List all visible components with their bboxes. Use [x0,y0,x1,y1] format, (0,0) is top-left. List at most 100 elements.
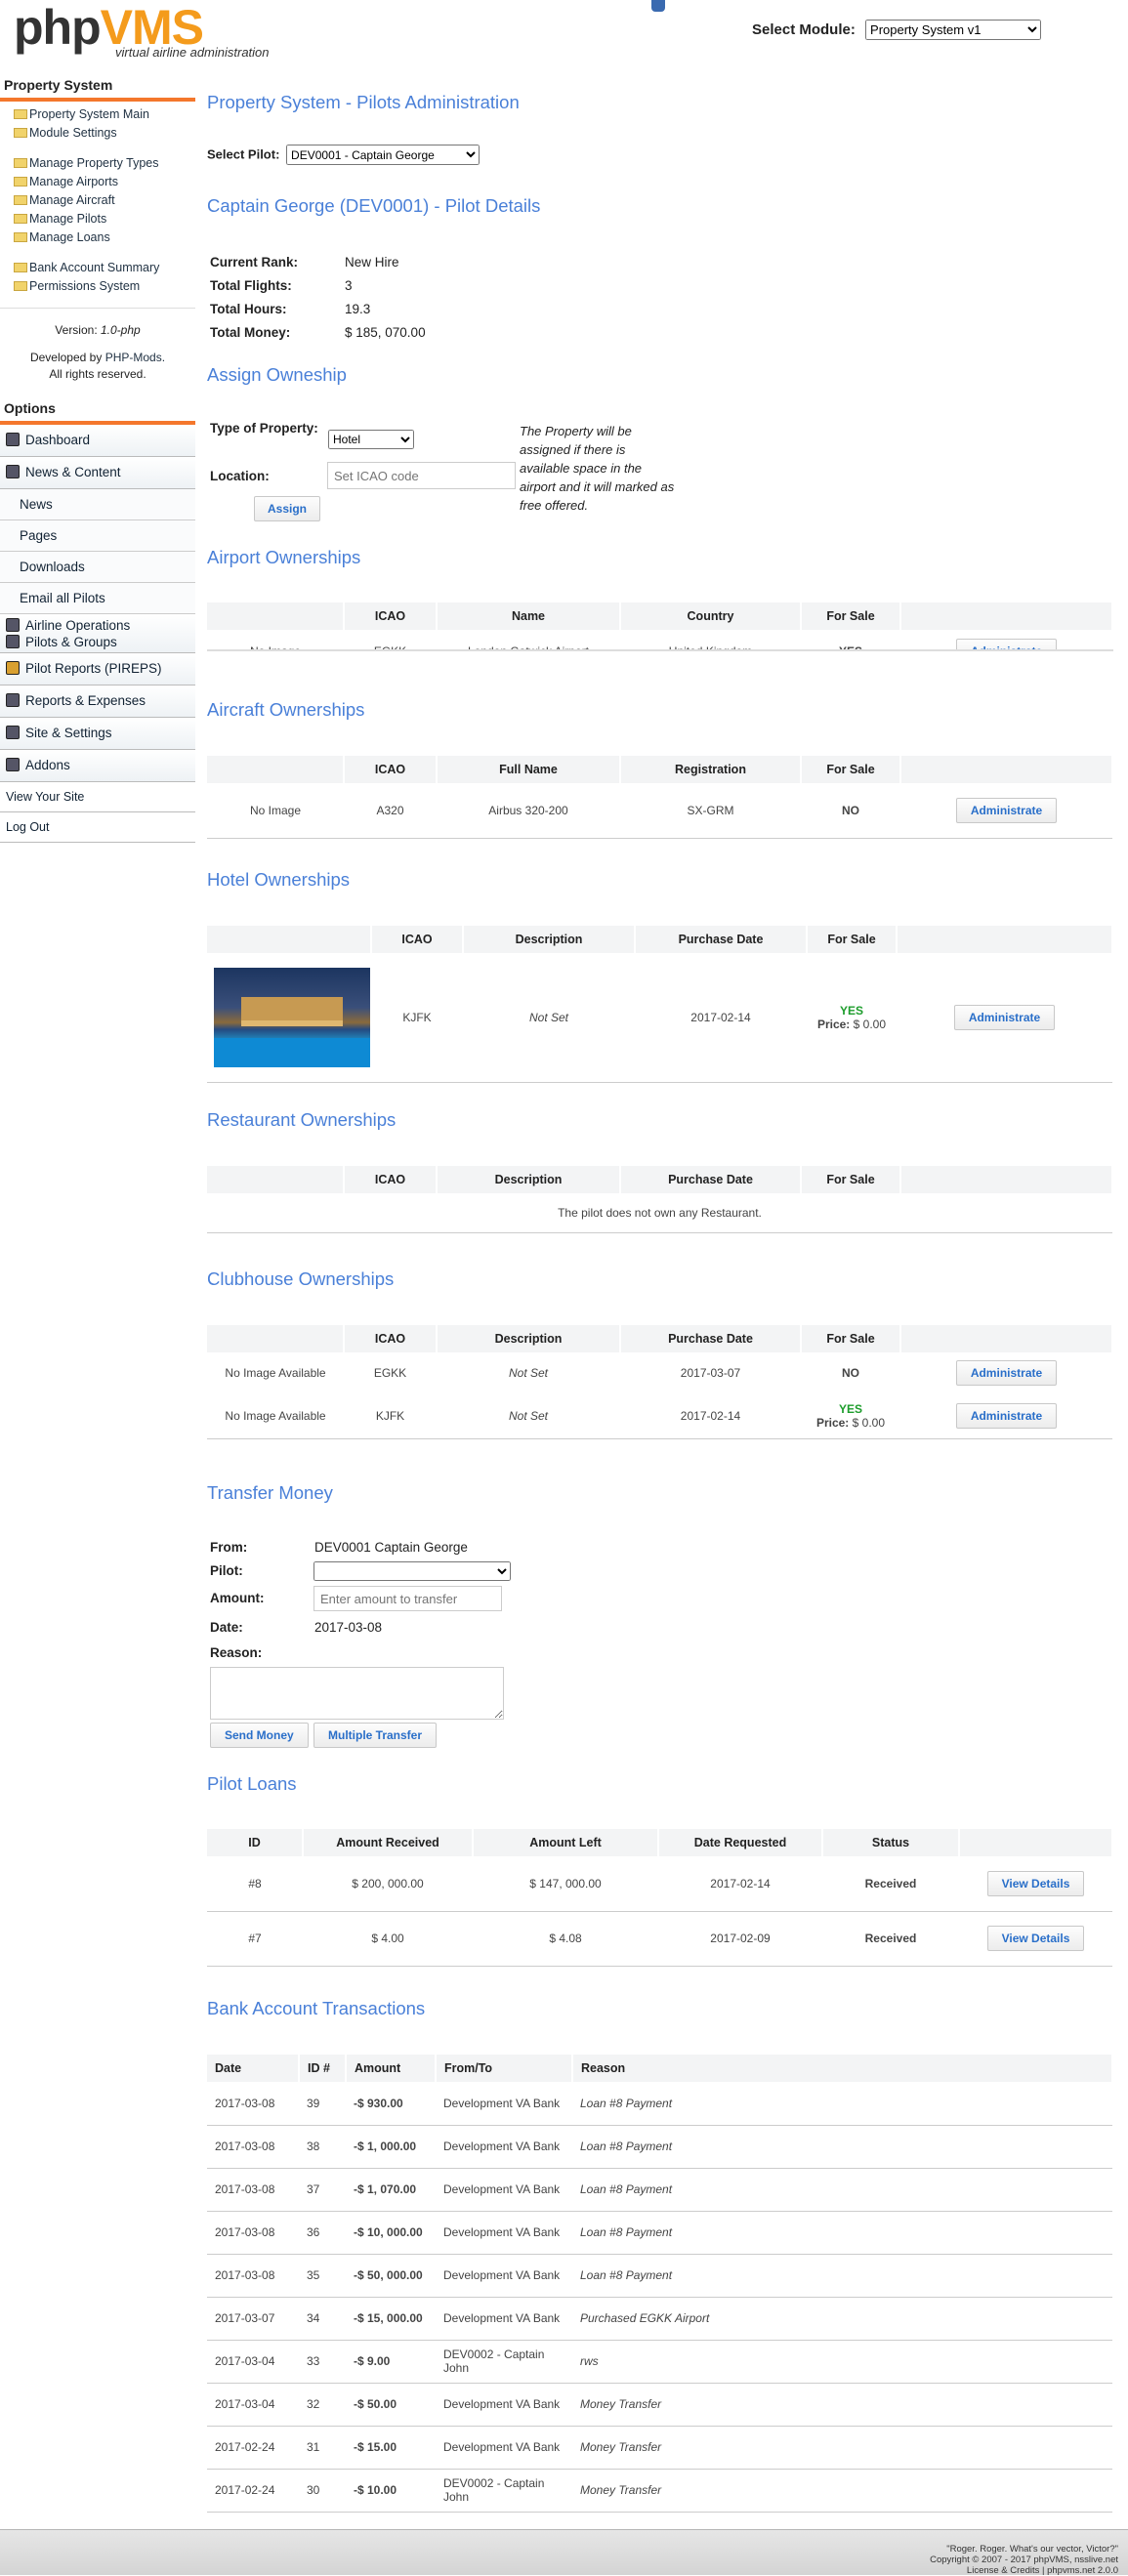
amount-label: Amount: [210,1591,265,1605]
transaction-row: 2017-03-08 35 -$ 50, 000.00 Development VA … [207,2254,1112,2298]
send-money-button[interactable]: Send Money [210,1723,309,1748]
table-row: #8 $ 200, 000.00 $ 147, 000.00 2017-02-1… [207,1856,1112,1912]
table-row: No Image Available KJFK Not Set 2017-02-… [207,1393,1112,1439]
pilot-details-title: Captain George (DEV0001) - Pilot Details [207,195,541,216]
menu-news-content[interactable]: News & Content [0,457,195,489]
menu-downloads[interactable]: Downloads [0,552,195,583]
table-row: No Image EGKK London Gatwick Airport Uni… [207,630,1112,649]
folder-icon [14,128,27,138]
property-type-select[interactable]: Hotel [328,430,414,449]
assign-title: Assign Owneship [207,364,347,385]
transaction-row: 2017-03-08 38 -$ 1, 000.00 Development VA B… [207,2125,1112,2169]
rank-label: Current Rank: [210,255,299,270]
restaurant-ownerships-title: Restaurant Ownerships [207,1109,397,1130]
aircraft-ownerships-title: Aircraft Ownerships [207,699,365,720]
menu-airline-operations[interactable]: Airline Operations Pilots & Groups [0,614,195,653]
menu-dashboard[interactable]: Dashboard [0,425,195,457]
sidebar-link-airports[interactable]: Manage Airports [14,173,195,191]
sidebar-link-pilots[interactable]: Manage Pilots [14,210,195,229]
menu-pireps[interactable]: Pilot Reports (PIREPS) [0,653,195,686]
administrate-button[interactable]: Administrate [955,638,1058,649]
menu-logout[interactable]: Log Out [0,812,195,843]
sidebar-link-loans[interactable]: Manage Loans [14,229,195,247]
reports-icon [6,693,20,707]
pilot-label: Pilot: [210,1563,243,1578]
transaction-row: 2017-03-08 36 -$ 10, 000.00 Development VA … [207,2211,1112,2255]
sidebar-link-bank-summary[interactable]: Bank Account Summary [14,259,195,277]
sidebar-link-aircraft[interactable]: Manage Aircraft [14,191,195,210]
header: phpVMS virtual airline administration Se… [0,0,1128,66]
folder-icon [14,177,27,187]
news-icon [6,465,20,478]
menu-addons[interactable]: Addons [0,750,195,782]
menu-reports[interactable]: Reports & Expenses [0,686,195,718]
menu-email-pilots[interactable]: Email all Pilots [0,583,195,614]
amount-input[interactable] [313,1586,502,1611]
hours-value: 19.3 [345,302,371,316]
table-row: No Image Available EGKK Not Set 2017-03-… [207,1352,1112,1393]
multiple-transfer-button[interactable]: Multiple Transfer [313,1723,438,1748]
money-value: $ 185, 070.00 [345,325,426,340]
transfer-pilot-select[interactable] [313,1561,511,1581]
aircraft-ownerships-table: ICAO Full Name Registration For Sale No Ima… [207,756,1113,839]
module-selector: Select Module: Property System v1 [752,20,1042,40]
assign-button[interactable]: Assign [254,496,321,521]
table-row: KJFK Not Set 2017-02-14 YES Price: $ 0.00… [207,953,1112,1083]
sidebar-link-permissions[interactable]: Permissions System [14,277,195,296]
from-label: From: [210,1540,248,1555]
hotel-ownerships-table: ICAO Description Purchase Date For Sale KJF… [207,926,1113,1083]
select-pilot-dropdown[interactable]: DEV0001 - Captain George [286,145,480,165]
hours-label: Total Hours: [210,302,287,316]
footer-license: License & Credits | phpvms.net 2.0.0 [966,2565,1118,2576]
menu-view-site[interactable]: View Your Site [0,782,195,812]
administrate-button[interactable]: Administrate [955,797,1058,823]
pilot-loans-table: ID Amount Received Amount Left Date Request… [207,1829,1113,1967]
footer-quote: "Roger. Roger. What's our vector, Victor… [946,2544,1118,2555]
view-details-button[interactable]: View Details [986,1926,1085,1951]
flights-label: Total Flights: [210,278,292,293]
sidebar-link-module-settings[interactable]: Module Settings [14,124,195,143]
table-row: #7 $ 4.00 $ 4.08 2017-02-09 Received Vie… [207,1911,1112,1967]
location-input[interactable] [327,462,516,489]
money-label: Total Money: [210,325,291,340]
clubhouse-ownerships-table: ICAO Description Purchase Date For Sale No … [207,1325,1113,1439]
menu-news[interactable]: News [0,489,195,520]
module-select[interactable]: Property System v1 [865,20,1042,40]
assign-note: The Property will be assigned if there i… [520,424,675,513]
administrate-button[interactable]: Administrate [953,1004,1056,1030]
transaction-row: 2017-03-08 39 -$ 930.00 Development VA Bank… [207,2082,1112,2126]
menu-pages[interactable]: Pages [0,520,195,552]
reason-label: Reason: [210,1645,263,1660]
footer-copyright: Copyright © 2007 - 2017 phpVMS, nsslive.… [930,2555,1118,2565]
sidebar-link-property-types[interactable]: Manage Property Types [14,154,195,173]
flights-value: 3 [345,278,353,293]
transaction-row: 2017-03-04 32 -$ 50.00 Development VA Bank M… [207,2383,1112,2427]
sidebar-section-title: Property System [0,71,195,102]
folder-icon [14,158,27,168]
reason-textarea[interactable] [210,1667,504,1720]
folder-icon [14,232,27,242]
pilots-icon [6,635,20,648]
administrate-button[interactable]: Administrate [955,1360,1058,1386]
menu-site-settings[interactable]: Site & Settings [0,718,195,750]
view-details-button[interactable]: View Details [986,1870,1085,1896]
transaction-row: 2017-03-04 33 -$ 9.00 DEV0002 - Captain Joh… [207,2340,1112,2384]
restaurant-ownerships-table: ICAO Description Purchase Date For Sale The… [207,1166,1113,1233]
from-value: DEV0001 Captain George [314,1540,468,1555]
footer: "Roger. Roger. What's our vector, Victor… [0,2529,1128,2576]
select-pilot-row: Select Pilot: DEV0001 - Captain George [207,145,480,165]
sidebar-link-property-main[interactable]: Property System Main [14,105,195,124]
transaction-row: 2017-02-24 30 -$ 10.00 DEV0002 - Captain Jo… [207,2469,1112,2513]
type-label: Type of Property: [210,421,318,436]
hotel-ownerships-title: Hotel Ownerships [207,869,351,890]
phpvms-logo[interactable]: phpVMS virtual airline administration [14,0,270,60]
transfer-money-title: Transfer Money [207,1482,333,1503]
transaction-row: 2017-03-08 37 -$ 1, 070.00 Development VA B… [207,2168,1112,2212]
module-label: Select Module: [752,21,856,38]
transaction-row: 2017-03-07 34 -$ 15, 000.00 Development VA … [207,2297,1112,2341]
folder-icon [14,195,27,205]
bank-transactions-title: Bank Account Transactions [207,1998,426,2018]
developer-link[interactable]: PHP-Mods. [105,351,165,364]
clubhouse-ownerships-title: Clubhouse Ownerships [207,1268,395,1289]
administrate-button[interactable]: Administrate [955,1402,1058,1429]
